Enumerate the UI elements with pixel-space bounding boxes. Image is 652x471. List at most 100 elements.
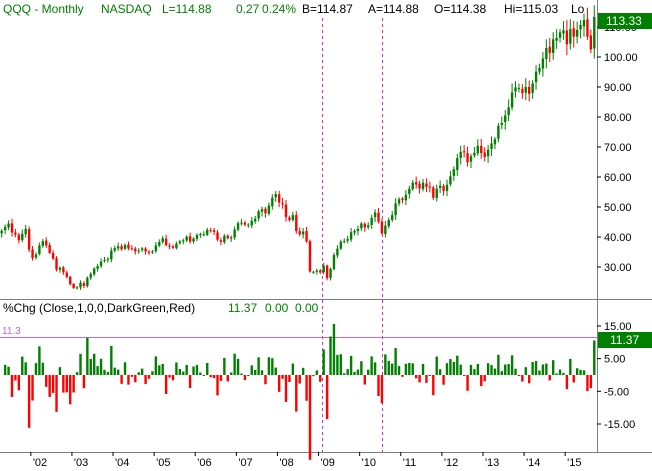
pct-change-bar — [414, 375, 418, 379]
candle-body — [147, 251, 151, 253]
pct-change-bar — [62, 375, 65, 393]
candle-body — [281, 203, 284, 205]
pct-change-bar — [425, 375, 428, 383]
candle-body — [459, 151, 462, 158]
last-indicator-tag-text: 11.37 — [610, 333, 639, 347]
pct-change-bar — [65, 375, 68, 393]
pct-change-bar — [14, 375, 17, 381]
candle-body — [113, 248, 116, 251]
pct-change-bar — [113, 367, 116, 375]
candle-body — [164, 238, 168, 246]
pct-change-bar — [397, 366, 401, 375]
candle-body — [219, 240, 223, 242]
candle-body — [103, 260, 106, 262]
candle-body — [130, 248, 134, 250]
pct-change-bar — [445, 363, 449, 375]
pct-change-bar — [116, 369, 120, 375]
pct-change-bar — [154, 356, 158, 375]
candle-body — [514, 87, 517, 92]
pct-change-bar — [325, 375, 329, 420]
pct-change-bar — [226, 375, 229, 382]
pct-change-bar — [82, 375, 86, 389]
candle-body — [589, 35, 593, 50]
pct-change-bar — [182, 371, 185, 375]
x-tick-label: '12 — [444, 457, 458, 469]
candle-body — [230, 237, 233, 239]
pct-change-bar — [21, 356, 24, 375]
pct-change-bar — [401, 375, 404, 377]
change-label: 0.27 — [236, 2, 260, 16]
candle-body — [363, 223, 366, 228]
candle-body — [414, 182, 418, 185]
candle-body — [284, 204, 288, 217]
pct-change-bar — [209, 375, 212, 378]
pct-change-bar — [432, 375, 435, 396]
pct-change-bar — [390, 363, 394, 375]
pct-change-bar — [579, 369, 582, 375]
candle-body — [582, 20, 586, 27]
pct-change-bar — [575, 368, 579, 375]
pct-change-bar — [507, 364, 510, 375]
x-tick-label: '04 — [115, 457, 129, 469]
candle-body — [545, 48, 548, 60]
candle-body — [325, 265, 329, 279]
candle-body — [72, 284, 75, 288]
candle-body — [435, 188, 438, 199]
x-tick-label: '10 — [362, 457, 376, 469]
x-tick-label: '08 — [279, 457, 293, 469]
pct-change-bar — [538, 370, 541, 375]
pct-change-bar — [206, 363, 209, 375]
pct-change-bar — [473, 369, 476, 375]
pct-change-bar — [185, 364, 188, 375]
pct-change-bar — [480, 375, 483, 387]
candle-body — [452, 169, 456, 176]
x-tick-label: '11 — [403, 457, 417, 469]
pct-change-bar — [31, 375, 34, 401]
pct-change-bar — [466, 375, 469, 391]
candle-body — [223, 235, 226, 243]
candle-body — [75, 287, 79, 289]
candle-body — [134, 248, 137, 252]
candle-body — [586, 19, 589, 37]
candle-body — [51, 252, 55, 259]
candle-body — [38, 245, 41, 255]
pct-change-bar — [387, 360, 390, 375]
pct-change-bar — [442, 375, 445, 385]
candle-body — [185, 236, 188, 241]
pct-change-bar — [404, 363, 408, 375]
pct-change-bar — [233, 353, 236, 375]
pct-change-bar — [418, 375, 421, 383]
low-label: Lo — [571, 2, 585, 16]
pct-change-bar — [92, 353, 96, 375]
x-tick-label: '13 — [485, 457, 499, 469]
pct-change-bar — [329, 336, 332, 375]
pct-change-bar — [51, 375, 55, 393]
pct-change-bar — [144, 375, 147, 385]
pct-change-bar — [7, 366, 10, 375]
candle-body — [384, 225, 387, 234]
candle-body — [517, 87, 521, 89]
candle-body — [308, 241, 312, 272]
candle-body — [500, 123, 504, 125]
pct-change-bar — [572, 375, 575, 383]
pct-change-bar — [34, 363, 38, 375]
candle-body — [212, 230, 216, 232]
candle-body — [528, 86, 531, 94]
indicator-value2-label: 0.00 — [265, 301, 289, 315]
pct-change-bar — [161, 363, 164, 375]
pct-change-bar — [284, 375, 288, 402]
pct-change-bar — [377, 375, 380, 397]
pct-change-bar — [79, 353, 82, 375]
candle-body — [401, 198, 404, 201]
pct-change-bar — [58, 367, 62, 375]
pct-change-bar — [89, 358, 92, 375]
candle-body — [332, 255, 336, 270]
pct-change-bar — [582, 370, 586, 375]
candle-body — [27, 229, 31, 250]
pct-change-bar — [291, 363, 295, 375]
pct-change-bar — [452, 361, 456, 375]
pct-change-bar — [48, 375, 51, 397]
candle-body — [10, 223, 14, 233]
pct-change-bar — [315, 370, 319, 375]
pct-change-bar — [45, 375, 48, 387]
